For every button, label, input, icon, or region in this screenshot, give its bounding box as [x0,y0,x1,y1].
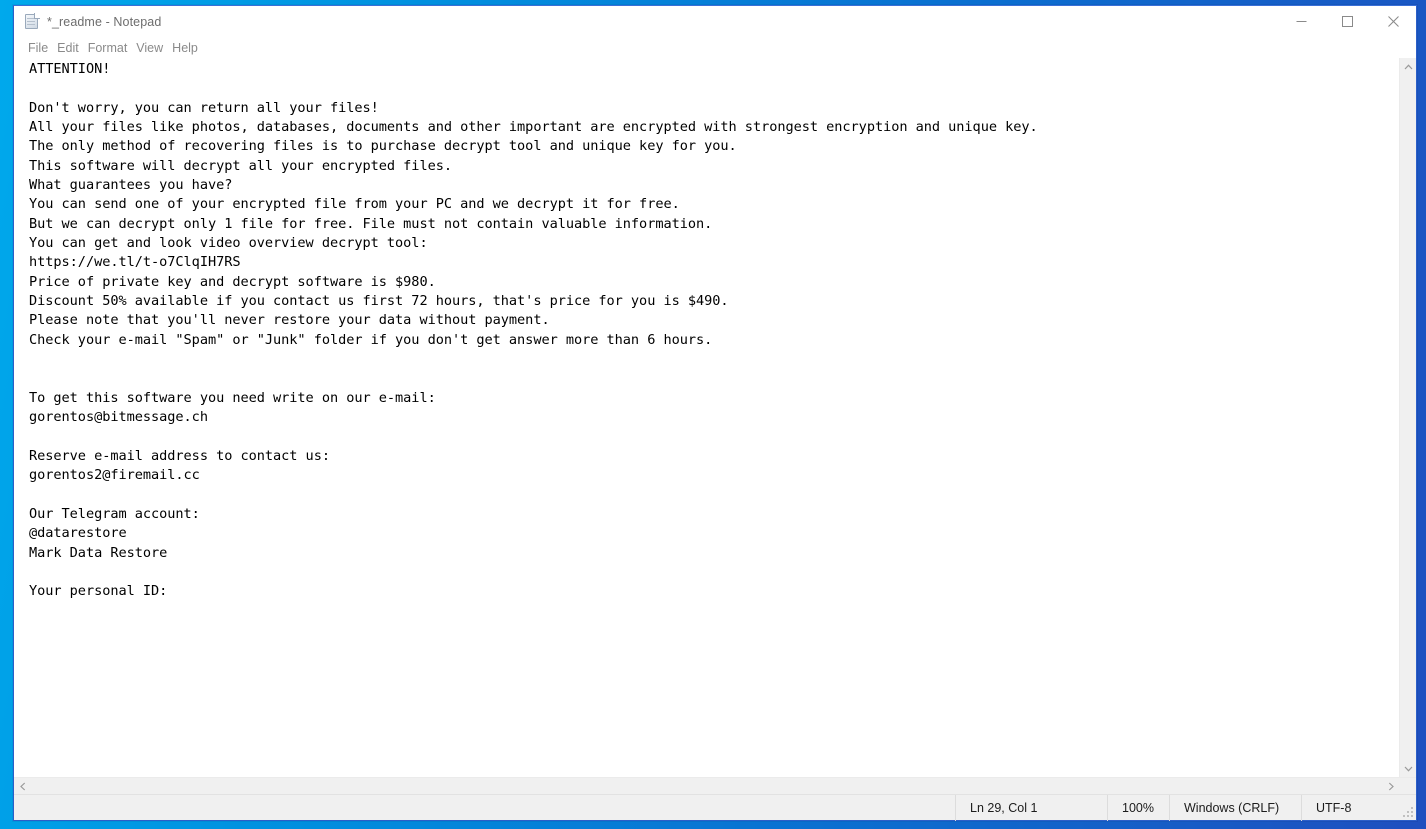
text-editor[interactable]: ATTENTION! Don't worry, you can return a… [14,58,1399,777]
menu-bar: File Edit Format View Help [14,37,1416,58]
status-encoding: UTF-8 [1301,794,1416,821]
title-bar[interactable]: *_readme - Notepad [14,6,1416,37]
ransom-note-text: ATTENTION! Don't worry, you can return a… [29,61,1038,600]
notepad-window: *_readme - Notepad File Edit Format View… [13,5,1417,821]
status-line-ending: Windows (CRLF) [1169,794,1301,821]
editor-area: ATTENTION! Don't worry, you can return a… [14,58,1416,777]
minimize-button[interactable] [1278,6,1324,37]
desktop-background: *_readme - Notepad File Edit Format View… [0,0,1426,829]
scroll-left-arrow-icon[interactable] [14,778,31,794]
menu-item-format[interactable]: Format [88,41,133,55]
horizontal-scrollbar-track[interactable] [31,778,1382,794]
vertical-scrollbar-track[interactable] [1400,75,1416,760]
close-button[interactable] [1370,6,1416,37]
vertical-scrollbar[interactable] [1399,58,1416,777]
window-controls [1278,6,1416,37]
menu-item-file[interactable]: File [28,41,53,55]
window-title: *_readme - Notepad [47,14,162,29]
status-zoom-level[interactable]: 100% [1107,794,1169,821]
status-bar: Ln 29, Col 1 100% Windows (CRLF) UTF-8 [14,794,1416,821]
menu-item-edit[interactable]: Edit [57,41,84,55]
horizontal-scrollbar[interactable] [14,777,1416,794]
scroll-down-arrow-icon[interactable] [1400,760,1416,777]
scroll-right-arrow-icon[interactable] [1382,778,1399,794]
menu-item-view[interactable]: View [136,41,168,55]
status-cursor-position: Ln 29, Col 1 [955,794,1107,821]
resize-grip-icon[interactable] [1402,806,1413,817]
notepad-icon [23,13,40,30]
menu-item-help[interactable]: Help [172,41,203,55]
scrollbar-corner [1399,778,1416,794]
scroll-up-arrow-icon[interactable] [1400,58,1416,75]
title-bar-left: *_readme - Notepad [14,6,161,37]
maximize-button[interactable] [1324,6,1370,37]
